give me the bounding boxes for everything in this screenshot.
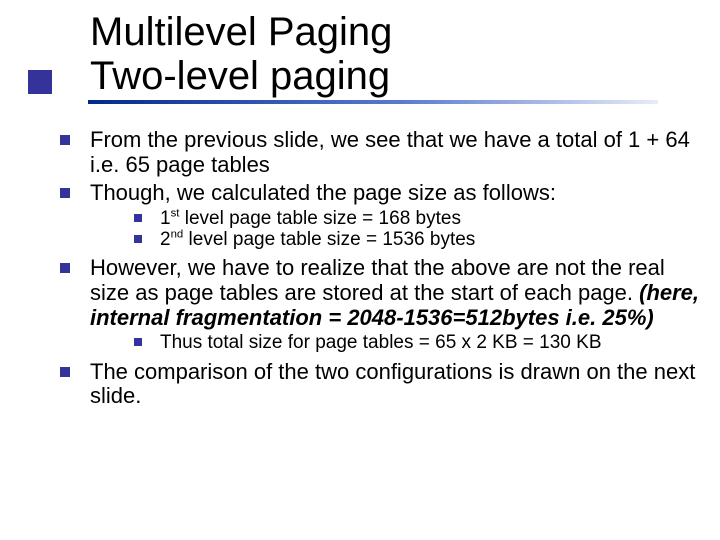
bullet-2-sub-1: 1st level page table size = 168 bytes — [134, 208, 700, 229]
bullet-2-sub-1-prefix: 1 — [160, 208, 171, 229]
title-block: Multilevel Paging Two-level paging — [90, 10, 700, 104]
title-line-2: Two-level paging — [90, 54, 700, 98]
bullet-3-sublist: Thus total size for page tables = 65 x 2… — [90, 332, 700, 353]
bullet-2-sub-2-rest: level page table size = 1536 bytes — [183, 229, 475, 250]
slide: Multilevel Paging Two-level paging From … — [0, 0, 720, 540]
title-line-1: Multilevel Paging — [90, 10, 700, 54]
body-content: From the previous slide, we see that we … — [20, 128, 700, 409]
bullet-3-text: However, we have to realize that the abo… — [90, 255, 665, 305]
bullet-2-text: Though, we calculated the page size as f… — [90, 180, 556, 205]
accent-square-icon — [28, 70, 52, 94]
bullet-2-sub-2-prefix: 2 — [160, 229, 171, 250]
bullet-list: From the previous slide, we see that we … — [20, 128, 700, 409]
bullet-2-sub-1-rest: level page table size = 168 bytes — [179, 208, 461, 229]
bullet-1-text: From the previous slide, we see that we … — [90, 127, 690, 177]
bullet-1: From the previous slide, we see that we … — [60, 128, 700, 177]
bullet-4: The comparison of the two configurations… — [60, 360, 700, 409]
bullet-3-sub-1: Thus total size for page tables = 65 x 2… — [134, 332, 700, 353]
bullet-4-text: The comparison of the two configurations… — [90, 359, 695, 409]
bullet-2-sublist: 1st level page table size = 168 bytes 2n… — [90, 208, 700, 251]
title-underline — [88, 100, 658, 104]
bullet-3: However, we have to realize that the abo… — [60, 256, 700, 353]
bullet-2: Though, we calculated the page size as f… — [60, 181, 700, 250]
bullet-2-sub-2: 2nd level page table size = 1536 bytes — [134, 229, 700, 250]
bullet-3-sub-1-text: Thus total size for page tables = 65 x 2… — [160, 332, 602, 353]
bullet-2-sub-2-sup: nd — [171, 229, 184, 241]
